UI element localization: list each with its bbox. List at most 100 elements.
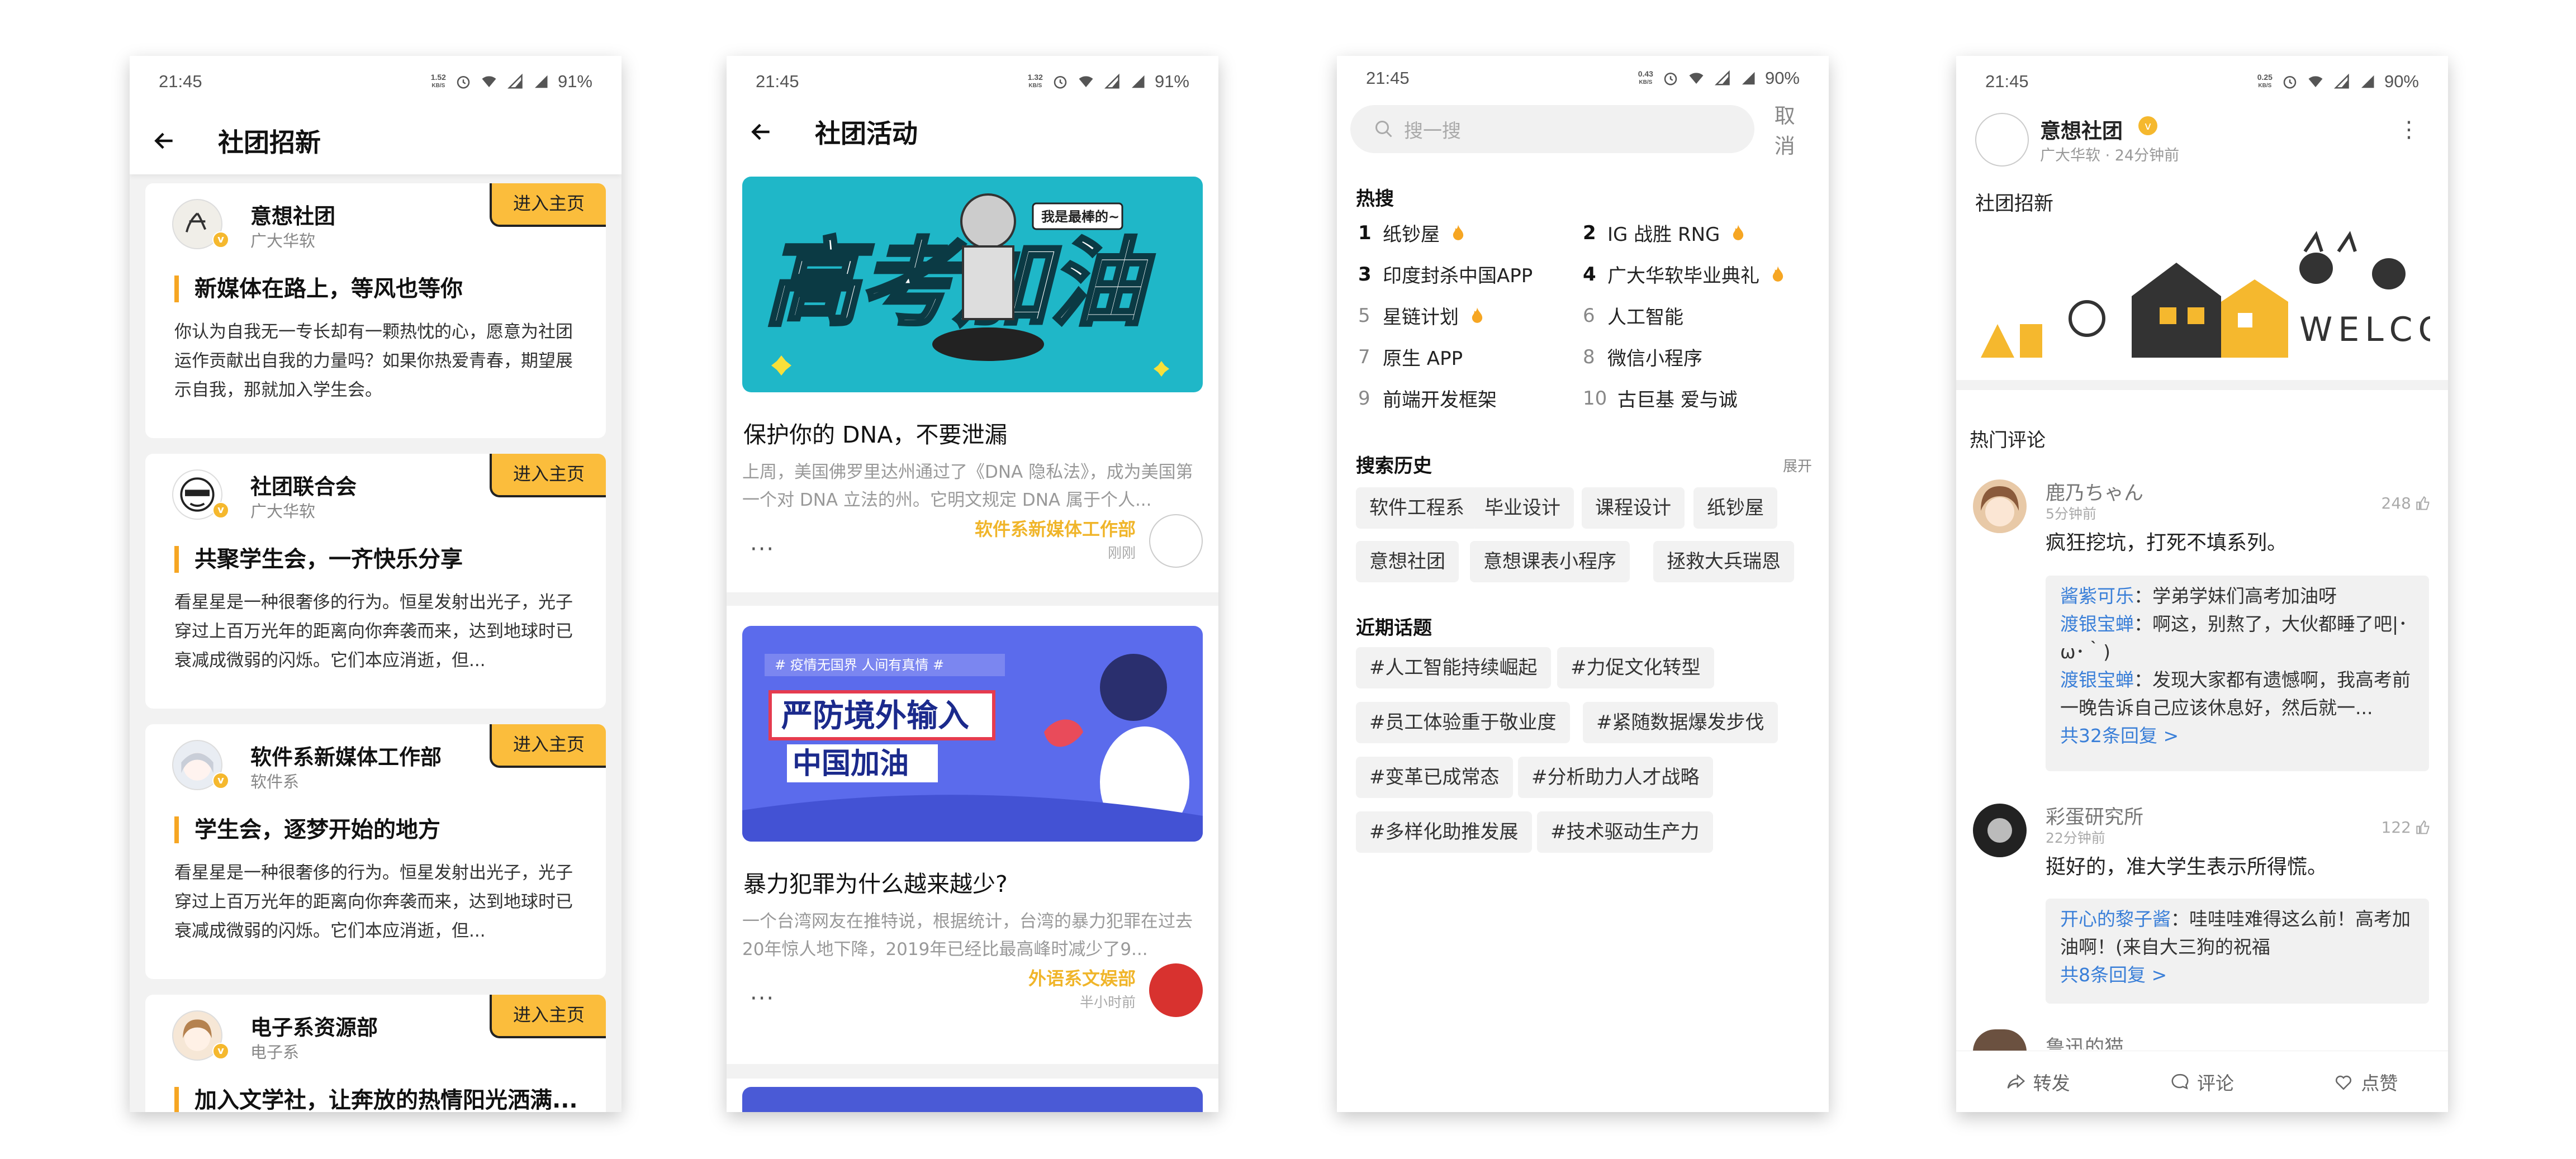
author-name[interactable]: 意想社团	[2040, 114, 2123, 144]
banner-illustration: 高考加油 我是最棒的~	[763, 193, 1169, 377]
status-bar: 21:45 0.25 KB/S 90%	[1956, 56, 2448, 107]
club-card[interactable]: v 社团联合会 广大华软 进入主页 共聚学生会，一齐快乐分享 看星星是一种很奢侈…	[145, 454, 606, 709]
avatar[interactable]	[1973, 1029, 2027, 1052]
topic-chip[interactable]: #紧随数据爆发步伐	[1583, 702, 1778, 743]
comment-likes[interactable]: 122	[2382, 818, 2431, 837]
topic-chip[interactable]: #力促文化转型	[1557, 647, 1714, 688]
topic-chip[interactable]: #人工智能持续崛起	[1356, 647, 1551, 688]
article-item[interactable]: # 疫情无国界 人间有真情 # 严防境外输入 中国加油 暴力犯罪为什么越来越少?…	[742, 626, 1203, 1025]
hot-item[interactable]: 9 前端开发框架	[1358, 384, 1497, 412]
topic-chip[interactable]: #员工体验重于敬业度	[1356, 702, 1570, 743]
topic-chip[interactable]: #变革已成常态	[1356, 757, 1513, 798]
cancel-button[interactable]: 取消	[1775, 99, 1815, 159]
comment-button[interactable]: 评论	[2170, 1068, 2234, 1095]
article-author[interactable]: 外语系文娱部	[1028, 965, 1136, 990]
enter-homepage-button[interactable]: 进入主页	[490, 454, 606, 497]
recent-topics-title: 近期话题	[1356, 617, 1432, 639]
club-card[interactable]: v 意想社团 广大华软 进入主页 新媒体在路上，等风也等你 你认为自我无一专长却…	[145, 183, 606, 438]
history-chip[interactable]: 拯救大兵瑞恩	[1653, 541, 1794, 582]
battery-level: 91%	[557, 72, 592, 91]
article-time: 半小时前	[1079, 994, 1136, 1010]
article-banner-partial[interactable]	[742, 1087, 1203, 1112]
hot-item[interactable]: 6 人工智能	[1583, 302, 1683, 329]
back-arrow-icon[interactable]	[152, 124, 186, 158]
card-headline: 学生会，逐梦开始的地方	[174, 816, 590, 843]
search-placeholder: 搜一搜	[1404, 120, 1461, 142]
welcome-text: WELCOME	[2299, 310, 2430, 349]
history-chip[interactable]: 意想课表小程序	[1470, 541, 1630, 582]
verified-icon: v	[212, 231, 229, 248]
signal-icon	[507, 73, 523, 89]
hot-item[interactable]: 5 星链计划	[1358, 302, 1483, 329]
reply-box[interactable]: 酱紫可乐：学弟学妹们高考加油呀 渡银宝蝉：啊这，别熬了，大伙都睡了吧|･ω･｀)…	[2046, 576, 2429, 771]
history-chip[interactable]: 软件工程系	[1356, 487, 1478, 529]
signal-icon-2	[2361, 75, 2374, 88]
hot-item[interactable]: 7 原生 APP	[1358, 343, 1463, 370]
back-arrow-icon[interactable]	[749, 115, 782, 149]
article-banner: 高考加油 我是最棒的~	[742, 177, 1203, 392]
comment-likes[interactable]: 248	[2382, 494, 2431, 512]
history-chip[interactable]: 意想社团	[1356, 541, 1459, 582]
more-options-icon[interactable]: ⋮	[2398, 118, 2420, 141]
topic-chip[interactable]: #技术驱动生产力	[1537, 811, 1713, 853]
topic-chip[interactable]: #多样化助推发展	[1356, 811, 1532, 853]
expand-button[interactable]: 展开	[1783, 455, 1812, 476]
commenter-name[interactable]: 彩蛋研究所	[2046, 801, 2143, 830]
article-title[interactable]: 保护你的 DNA，不要泄漏	[743, 416, 1203, 449]
hot-item[interactable]: 8 微信小程序	[1583, 343, 1702, 370]
view-replies-link[interactable]: 共32条回复 >	[2060, 722, 2414, 750]
search-row: 搜一搜 取消	[1337, 104, 1829, 158]
view-replies-link[interactable]: 共8条回复 >	[2060, 961, 2414, 989]
card-body: 你认为自我无一专长却有一颗热忱的心，愿意为社团运作贡献出自我的力量吗？如果你热爱…	[174, 322, 573, 400]
article-title[interactable]: 暴力犯罪为什么越来越少?	[743, 865, 1203, 899]
reply: 渡银宝蝉：发现大家都有遗憾啊，我高考前一晚告诉自己应该休息好，然后就一...	[2060, 669, 2411, 719]
history-chip[interactable]: 课程设计	[1582, 487, 1685, 529]
hot-item[interactable]: 1 纸钞屋	[1358, 219, 1464, 246]
club-school: 软件系	[250, 772, 300, 791]
history-chip[interactable]: 纸钞屋	[1693, 487, 1777, 529]
club-name: 软件系新媒体工作部	[250, 745, 442, 770]
battery-level: 90%	[1764, 68, 1800, 88]
post-meta: 广大华软 · 24分钟前	[2040, 147, 2180, 164]
club-card[interactable]: v 软件系新媒体工作部 软件系 进入主页 学生会，逐梦开始的地方 看星星是一种很…	[145, 724, 606, 979]
search-input[interactable]: 搜一搜	[1350, 105, 1754, 153]
enter-homepage-button[interactable]: 进入主页	[490, 183, 606, 227]
card-headline: 共聚学生会，一齐快乐分享	[174, 546, 590, 573]
search-history-title: 搜索历史	[1356, 455, 1432, 477]
avatar[interactable]	[1973, 804, 2027, 857]
post-image[interactable]: WELCOME	[1975, 229, 2448, 363]
topic-chip[interactable]: #分析助力人才战略	[1518, 757, 1713, 798]
comment-time: 22分钟前	[2046, 830, 2105, 846]
share-button[interactable]: 转发	[2006, 1068, 2070, 1095]
commenter-name[interactable]: 鲁迅的猫	[2046, 1032, 2124, 1049]
author-avatar[interactable]	[1975, 113, 2029, 167]
reply-box[interactable]: 开心的黎子酱：哇哇哇难得这么前！高考加油啊！(来自大三狗的祝福 共8条回复 >	[2046, 899, 2429, 1004]
article-item[interactable]: 高考加油 我是最棒的~ 保护你的 DNA，不要泄漏 上周，美国佛罗里达州通过了《…	[742, 177, 1203, 576]
header: 社团招新	[130, 107, 622, 174]
article-author[interactable]: 软件系新媒体工作部	[975, 515, 1136, 541]
flame-icon	[1733, 224, 1744, 240]
author-avatar[interactable]	[1149, 514, 1203, 568]
commenter-name[interactable]: 鹿乃ちゃん	[2046, 477, 2143, 506]
status-time: 21:45	[756, 72, 799, 91]
author-avatar[interactable]	[1149, 963, 1203, 1017]
hot-item[interactable]: 2 IG 战胜 RNG	[1583, 219, 1744, 246]
card-headline: 加入文学社，让奔放的热情阳光洒满...	[174, 1087, 590, 1112]
enter-homepage-button[interactable]: 进入主页	[490, 724, 606, 768]
hot-item[interactable]: 3 印度封杀中国APP	[1358, 260, 1533, 288]
signal-icon	[1104, 73, 1119, 89]
more-icon[interactable]: ···	[750, 986, 775, 1011]
avatar[interactable]	[1973, 479, 2027, 533]
signal-icon	[2333, 73, 2349, 89]
club-card[interactable]: v 电子系资源部 电子系 进入主页 加入文学社，让奔放的热情阳光洒满...	[145, 995, 606, 1112]
more-icon[interactable]: ···	[750, 536, 775, 562]
hot-item[interactable]: 4 广大华软毕业典礼	[1583, 260, 1784, 288]
status-time: 21:45	[1985, 72, 2029, 91]
card-body: 看星星是一种很奢侈的行为。恒星发射出光子，光子穿过上百万光年的距离向你奔袭而来，…	[174, 592, 573, 671]
verified-icon: v	[212, 502, 229, 519]
article-banner: # 疫情无国界 人间有真情 # 严防境外输入 中国加油	[742, 626, 1203, 842]
history-chip[interactable]: 毕业设计	[1471, 487, 1574, 529]
like-button[interactable]: 点赞	[2334, 1068, 2398, 1095]
hot-item[interactable]: 10 古巨基 爱与诚	[1583, 384, 1738, 412]
enter-homepage-button[interactable]: 进入主页	[490, 995, 606, 1038]
